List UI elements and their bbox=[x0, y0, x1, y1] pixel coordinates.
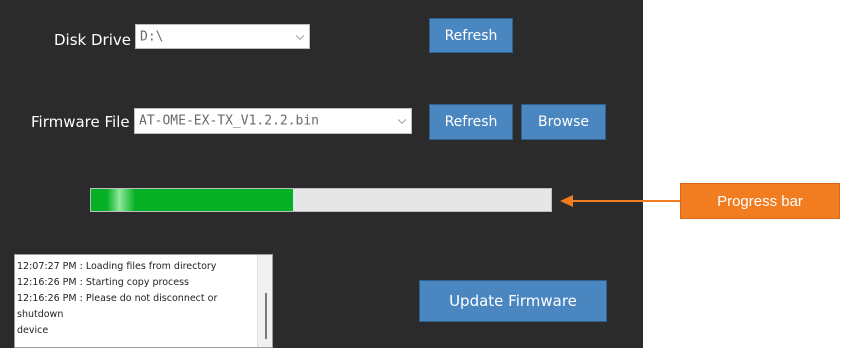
firmware-file-label: Firmware File : bbox=[31, 113, 140, 131]
disk-refresh-button[interactable]: Refresh bbox=[429, 18, 513, 53]
firmware-file-select[interactable]: AT-OME-EX-TX_V1.2.2.bin bbox=[134, 108, 412, 134]
update-firmware-button[interactable]: Update Firmware bbox=[419, 280, 607, 322]
disk-drive-select[interactable]: D:\ bbox=[135, 24, 310, 49]
log-scrollbar[interactable] bbox=[257, 255, 272, 347]
firmware-updater-window: Disk Drive : D:\ Refresh Firmware File :… bbox=[0, 0, 643, 348]
progress-bar bbox=[90, 188, 552, 212]
log-line: 12:16:26 PM : Starting copy process bbox=[17, 277, 189, 288]
log-line: 12:07:27 PM : Loading files from directo… bbox=[17, 261, 217, 272]
firmware-refresh-button[interactable]: Refresh bbox=[429, 104, 513, 140]
chevron-down-icon bbox=[295, 31, 305, 40]
log-line: device bbox=[17, 325, 49, 336]
firmware-file-value: AT-OME-EX-TX_V1.2.2.bin bbox=[139, 113, 320, 129]
log-line: 12:16:26 PM : Please do not disconnect o… bbox=[17, 293, 218, 320]
log-panel[interactable]: 12:07:27 PM : Loading files from directo… bbox=[14, 254, 273, 348]
progress-bar-fill bbox=[91, 189, 294, 211]
log-lines: 12:07:27 PM : Loading files from directo… bbox=[17, 259, 257, 339]
progress-bar-callout: Progress bar bbox=[680, 183, 840, 219]
callout-arrow-line bbox=[572, 200, 680, 202]
chevron-down-icon bbox=[397, 115, 407, 125]
log-scrollbar-thumb[interactable] bbox=[265, 293, 267, 339]
disk-drive-label: Disk Drive : bbox=[54, 31, 141, 49]
browse-button[interactable]: Browse bbox=[521, 104, 606, 140]
disk-drive-value: D:\ bbox=[140, 29, 164, 44]
